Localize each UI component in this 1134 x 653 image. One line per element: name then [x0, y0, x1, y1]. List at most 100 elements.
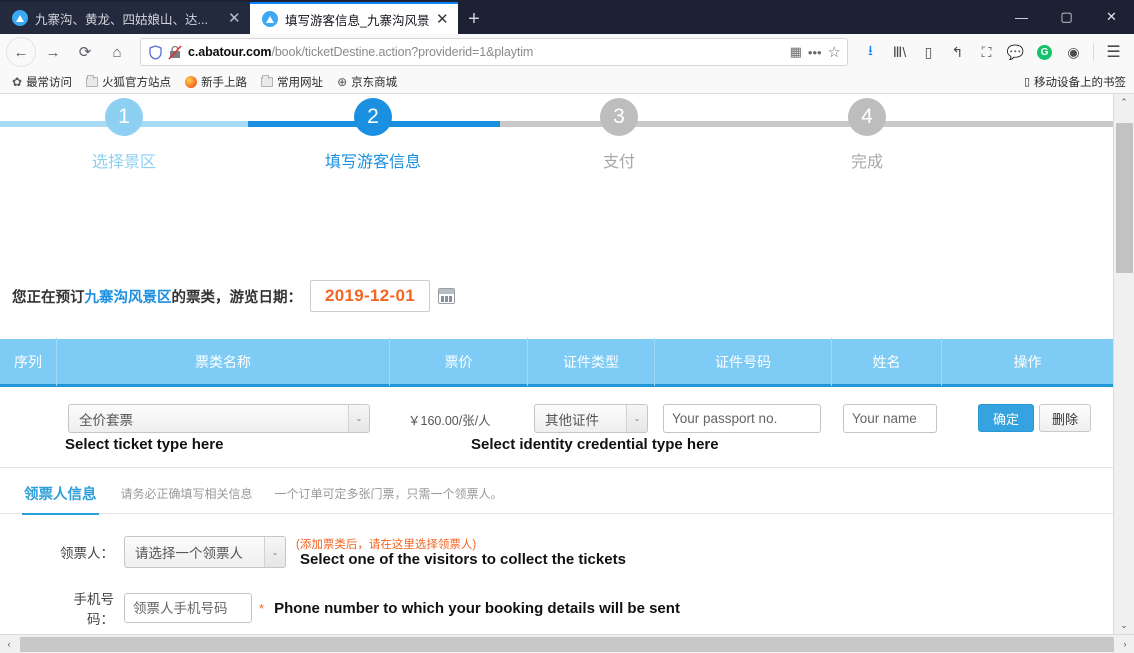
bookmark-firefox-official[interactable]: 火狐官方站点: [80, 72, 177, 92]
page-actions-icon[interactable]: •••: [808, 45, 822, 60]
maximize-button[interactable]: ▢: [1044, 0, 1089, 34]
id-type-select[interactable]: 其他证件 ⌄: [534, 404, 648, 433]
step-item-3[interactable]: 3 支付: [559, 98, 679, 172]
annotation-identity-type: Select identity credential type here: [471, 436, 719, 453]
back-icon[interactable]: ←: [6, 37, 36, 67]
bookmark-mobile-bookmarks[interactable]: ▯ 移动设备上的书签: [1024, 74, 1126, 90]
bookmark-star-icon[interactable]: ☆: [828, 43, 841, 61]
horizontal-scrollbar[interactable]: ‹ ›: [0, 634, 1134, 653]
col-header-index: 序列: [0, 337, 57, 386]
new-tab-button[interactable]: +: [458, 4, 490, 34]
browser-tab-2[interactable]: 填写游客信息_九寨沟风景区门 ✕: [250, 2, 458, 34]
address-bar[interactable]: c.abatour.com/book/ticketDestine.action?…: [140, 38, 848, 66]
collector-person-row: 领票人： 请选择一个领票人 ⌄ (添加票类后，请在这里选择领票人) Select…: [0, 536, 1113, 568]
firefox-icon: [185, 75, 198, 88]
folder-icon: [261, 74, 274, 87]
booking-middle: 的票类，游览日期：: [171, 289, 303, 306]
step-item-4[interactable]: 4 完成: [807, 98, 927, 172]
account-icon[interactable]: ◉: [1059, 37, 1088, 67]
calendar-icon[interactable]: [437, 288, 455, 304]
progress-steps: 1 选择景区 2 填写游客信息 3 支付 4 完成: [0, 94, 1113, 174]
visit-date-field[interactable]: 2019-12-01: [310, 280, 430, 312]
step-circle-4: 4: [848, 98, 886, 136]
reload-icon[interactable]: ⟳: [70, 37, 100, 67]
bookmark-most-visited[interactable]: ✿ 最常访问: [6, 72, 78, 92]
step-label-2: 填写游客信息: [324, 154, 421, 171]
chevron-down-icon[interactable]: ⌄: [626, 405, 647, 432]
id-number-input[interactable]: [663, 404, 821, 433]
vertical-scroll-track[interactable]: [1114, 111, 1134, 617]
step-label-3: 支付: [602, 154, 635, 171]
collector-person-select[interactable]: 请选择一个领票人 ⌄: [124, 536, 286, 568]
bookmark-jd-mall[interactable]: ⊕ 京东商城: [331, 72, 403, 92]
bookmark-common-sites[interactable]: 常用网址: [255, 72, 329, 92]
toolbar-icons: ⭳ Ⅲ\ ▯ ↰ ⛶ 💬 G ◉ ☰: [856, 37, 1128, 67]
undo-icon[interactable]: ↰: [943, 37, 972, 67]
web-page: 1 选择景区 2 填写游客信息 3 支付 4 完成 您正在预订 九寨沟风景区 的…: [0, 94, 1113, 634]
col-header-name: 姓名: [832, 337, 942, 386]
collector-phone-hint-en: Phone number to which your booking detai…: [274, 599, 680, 617]
browser-window: 九寨沟、黄龙、四姑娘山、达... ✕ 填写游客信息_九寨沟风景区门 ✕ + — …: [0, 0, 1134, 653]
tab-title: 填写游客信息_九寨沟风景区门: [285, 13, 429, 28]
tab-favicon: [12, 10, 28, 26]
window-controls: — ▢ ✕: [999, 0, 1134, 34]
page-viewport: 1 选择景区 2 填写游客信息 3 支付 4 完成 您正在预订 九寨沟风景区 的…: [0, 94, 1134, 634]
download-icon[interactable]: ⭳: [856, 37, 885, 67]
ticket-type-select[interactable]: 全价套票 ⌄: [68, 404, 370, 433]
shield-icon[interactable]: [149, 44, 162, 60]
bookmark-getting-started[interactable]: 新手上路: [179, 72, 253, 92]
scroll-down-arrow[interactable]: ⌄: [1114, 617, 1134, 634]
qr-code-icon[interactable]: ▦: [790, 44, 802, 60]
collector-hint-2: 一个订单可定多张门票，只需一个领票人。: [274, 487, 503, 501]
visitor-name-input[interactable]: [843, 404, 937, 433]
collector-phone-input[interactable]: [124, 593, 252, 623]
home-icon[interactable]: ⌂: [102, 37, 132, 67]
delete-row-button[interactable]: 删除: [1039, 404, 1092, 432]
step-circle-3: 3: [600, 98, 638, 136]
collector-hint-1: 请务必正确填写相关信息: [120, 487, 253, 501]
tab-close-icon[interactable]: ✕: [228, 11, 242, 26]
grammarly-icon[interactable]: G: [1030, 37, 1059, 67]
horizontal-scroll-track[interactable]: [18, 635, 1116, 653]
bookmark-label: 新手上路: [201, 76, 248, 89]
minimize-button[interactable]: —: [999, 0, 1044, 34]
col-header-action: 操作: [1013, 353, 1042, 370]
horizontal-scroll-thumb[interactable]: [20, 636, 1114, 652]
tab-close-icon[interactable]: ✕: [436, 12, 450, 27]
step-item-2[interactable]: 2 填写游客信息: [313, 98, 433, 172]
chevron-down-icon[interactable]: ⌄: [264, 537, 285, 567]
price-unit: /张/人: [458, 414, 491, 428]
vertical-scrollbar[interactable]: ⌃ ⌄: [1113, 94, 1134, 634]
bookmark-label: 移动设备上的书签: [1034, 76, 1126, 89]
browser-tab-1[interactable]: 九寨沟、黄龙、四姑娘山、达... ✕: [0, 2, 250, 34]
scroll-up-arrow[interactable]: ⌃: [1114, 94, 1134, 111]
scroll-left-arrow[interactable]: ‹: [0, 635, 18, 653]
pocket-icon[interactable]: 💬: [1001, 37, 1030, 67]
collector-section: 领票人信息 请务必正确填写相关信息 一个订单可定多张门票，只需一个领票人。 领票…: [0, 474, 1113, 628]
confirm-row-button[interactable]: 确定: [978, 404, 1035, 432]
close-window-button[interactable]: ✕: [1089, 0, 1134, 34]
price-value: ￥160.00: [408, 414, 459, 428]
ticket-table-row: 全价套票 ⌄ ￥160.00/张/人 其他证件 ⌄ 确定 删除 Select t…: [0, 390, 1113, 468]
id-type-value: 其他证件: [545, 412, 599, 428]
collector-tabs: 领票人信息 请务必正确填写相关信息 一个订单可定多张门票，只需一个领票人。: [0, 473, 1113, 515]
bookmark-label: 京东商城: [351, 76, 398, 89]
collector-person-label: 领票人：: [60, 546, 114, 561]
step-item-1[interactable]: 1 选择景区: [64, 98, 184, 172]
ticket-type-value: 全价套票: [79, 412, 133, 428]
collector-person-hint-cn: (添加票类后，请在这里选择领票人): [296, 539, 477, 551]
vertical-scroll-thumb[interactable]: [1115, 123, 1133, 273]
sidebar-icon[interactable]: ▯: [914, 37, 943, 67]
collector-phone-label: 手机号码：: [73, 592, 115, 627]
menu-icon[interactable]: ☰: [1099, 37, 1128, 67]
screenshot-icon[interactable]: ⛶: [972, 37, 1001, 67]
annotation-ticket-type: Select ticket type here: [65, 436, 224, 453]
booking-prefix: 您正在预订: [12, 289, 85, 306]
ticket-table-header: 序列 票类名称 票价 证件类型 证件号码 姓名 操作: [0, 337, 1113, 387]
tab-collector-info[interactable]: 领票人信息: [22, 473, 99, 515]
broken-lock-icon[interactable]: [168, 44, 182, 60]
chevron-down-icon[interactable]: ⌄: [348, 405, 369, 432]
scroll-right-arrow[interactable]: ›: [1116, 635, 1134, 653]
forward-icon[interactable]: →: [38, 37, 68, 67]
library-icon[interactable]: Ⅲ\: [885, 37, 914, 67]
